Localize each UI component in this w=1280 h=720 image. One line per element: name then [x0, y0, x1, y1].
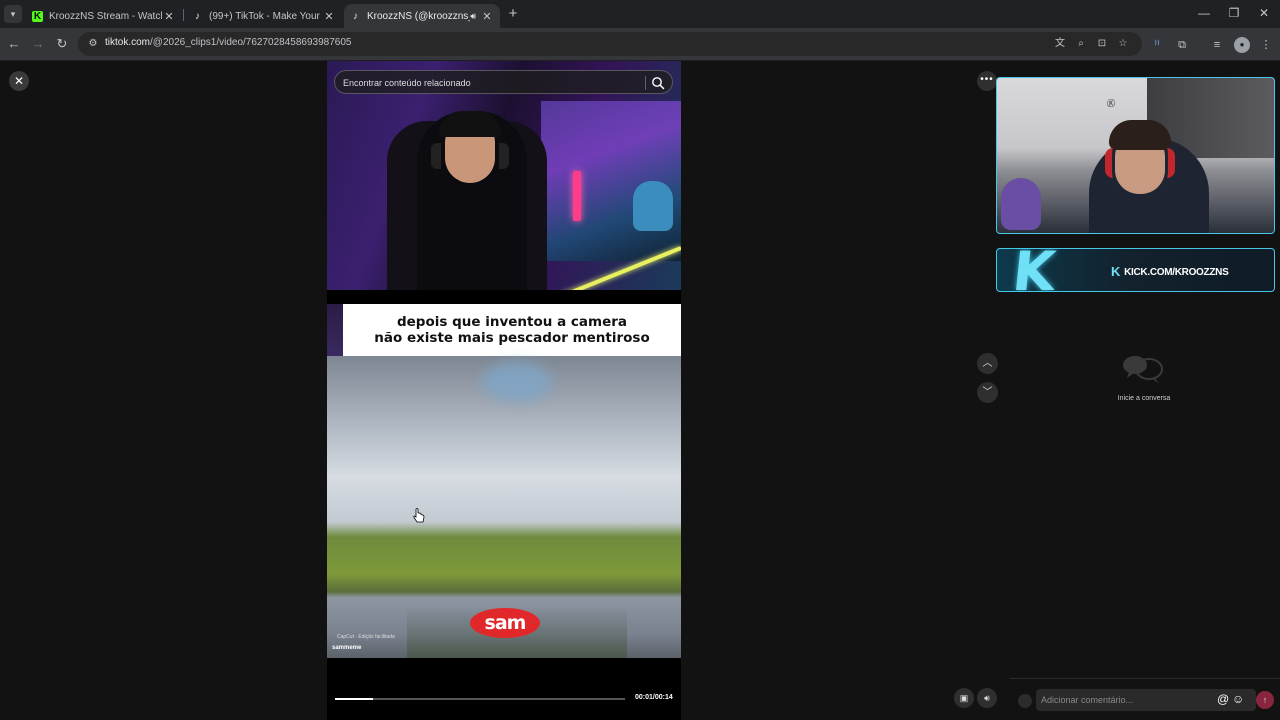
- related-search-box[interactable]: [334, 70, 673, 94]
- browser-toolbar: ← → ↻ ⚙ tiktok.com/@2026_clips1/video/76…: [0, 28, 1280, 61]
- comments-empty-text: Inicie a conversa: [1117, 395, 1171, 402]
- video-time: 00:01/00:14: [635, 694, 673, 701]
- more-options-button[interactable]: •••: [977, 71, 997, 91]
- site-info-icon[interactable]: ⚙: [86, 37, 100, 51]
- tab-search-chevron-icon[interactable]: ▾: [4, 5, 22, 23]
- webcam-frame: [327, 61, 681, 299]
- tab-bar: ▾ K KroozzNS Stream - Watch Live o ✕ ♪ (…: [0, 0, 1280, 28]
- send-comment-button[interactable]: ↑: [1256, 691, 1274, 709]
- related-search-input[interactable]: [343, 75, 643, 91]
- video-progress-fill: [335, 698, 373, 700]
- install-app-icon[interactable]: ⊡: [1095, 37, 1109, 51]
- bookmark-star-icon[interactable]: ☆: [1116, 37, 1130, 51]
- mention-icon[interactable]: @: [1217, 692, 1229, 706]
- hand-cursor-icon: [413, 508, 425, 523]
- cam-person-hair: [1109, 120, 1171, 150]
- cam-wall-logo: Ⓚ: [1107, 99, 1115, 108]
- cam-plush: [1001, 178, 1041, 230]
- capcut-watermark: CapCut · Edição facilitada: [337, 634, 395, 640]
- tab-tiktok-video[interactable]: ♪ KroozzNS (@kroozzns_) | Ti 🔊︎ ✕: [344, 4, 500, 28]
- close-video-button[interactable]: ✕: [9, 71, 29, 91]
- reload-icon[interactable]: ↻: [53, 35, 71, 53]
- back-arrow-icon[interactable]: ←: [5, 35, 23, 53]
- zoom-icon[interactable]: ⌕: [1074, 37, 1088, 51]
- streamer-cam-overlay: Ⓚ: [996, 77, 1275, 234]
- tiktok-video-viewer: ✕ depois que inventou a camera n: [0, 61, 1280, 720]
- extensions-puzzle-icon[interactable]: ⧉: [1174, 37, 1190, 53]
- caption-line-2: não existe mais pescador mentiroso: [374, 330, 650, 346]
- previous-video-button[interactable]: ︿: [977, 353, 998, 374]
- kick-url-text: KICK.COM/KROOZZNS: [1124, 267, 1229, 278]
- video-caption-card: depois que inventou a camera não existe …: [343, 304, 681, 356]
- sky-patch: [482, 362, 552, 402]
- chat-bubbles-icon: [1123, 356, 1163, 384]
- search-icon[interactable]: [650, 75, 666, 91]
- plush-toy: [633, 181, 673, 231]
- media-extension-icon[interactable]: ⁾⁾: [1149, 37, 1165, 53]
- video-divider: [327, 290, 681, 304]
- river-footage: sam: [327, 356, 681, 658]
- window-close-icon[interactable]: ✕: [1256, 6, 1272, 20]
- profile-avatar[interactable]: ●: [1234, 37, 1250, 53]
- kick-icon: K: [32, 10, 43, 22]
- url-path: /@2026_clips1/video/7627028458693987605: [150, 37, 352, 48]
- tab-title: KroozzNS (@kroozzns_) | Ti: [367, 10, 470, 22]
- cam-headphones: [1105, 148, 1175, 178]
- search-divider: [645, 76, 646, 90]
- creator-handle: sammeme: [332, 645, 362, 651]
- tiktok-icon: ♪: [353, 10, 358, 22]
- kick-icon: K: [1111, 264, 1121, 279]
- url-host: tiktok.com: [105, 37, 151, 48]
- speaker-icon[interactable]: 🔊︎: [470, 11, 476, 22]
- close-tab-icon[interactable]: ✕: [480, 10, 494, 23]
- rgb-light: [573, 171, 581, 221]
- sam-logo: sam: [470, 608, 540, 638]
- streamer-cap: [439, 111, 501, 137]
- url-text[interactable]: tiktok.com/@2026_clips1/video/7627028458…: [105, 37, 351, 48]
- tiktok-icon: ♪: [195, 10, 200, 22]
- video-progress-bar[interactable]: [335, 698, 625, 700]
- tab-title: KroozzNS Stream - Watch Live o: [49, 10, 162, 22]
- forward-arrow-icon[interactable]: →: [29, 35, 47, 53]
- close-tab-icon[interactable]: ✕: [162, 10, 176, 23]
- streamer-headset: [431, 143, 509, 169]
- tab-tiktok-feed[interactable]: ♪ (99+) TikTok - Make Your Day ✕: [186, 4, 342, 28]
- comment-input[interactable]: [1041, 693, 1211, 707]
- new-tab-button[interactable]: +: [505, 5, 521, 23]
- tab-kick-stream[interactable]: K KroozzNS Stream - Watch Live o ✕: [26, 4, 182, 28]
- comment-field[interactable]: @ ☺: [1036, 689, 1256, 711]
- minimize-icon[interactable]: —: [1196, 6, 1212, 20]
- close-tab-icon[interactable]: ✕: [322, 10, 336, 23]
- tab-divider: [183, 9, 184, 21]
- translate-icon[interactable]: 文: [1053, 37, 1067, 51]
- caption-line-1: depois que inventou a camera: [396, 314, 627, 330]
- address-bar[interactable]: ⚙ tiktok.com/@2026_clips1/video/76270284…: [78, 32, 1142, 56]
- tab-title: (99+) TikTok - Make Your Day: [209, 10, 322, 22]
- video-player[interactable]: depois que inventou a camera não existe …: [327, 61, 681, 720]
- volume-icon[interactable]: 🔊︎: [977, 688, 997, 708]
- comment-bar: @ ☺ ↑: [1010, 678, 1280, 720]
- emoji-icon[interactable]: ☺: [1232, 692, 1244, 706]
- browser-menu-icon[interactable]: ⋮: [1258, 37, 1274, 53]
- floating-player-icon[interactable]: ▣: [954, 688, 974, 708]
- media-controls-icon[interactable]: ≡: [1209, 37, 1225, 53]
- user-avatar: [1018, 694, 1032, 708]
- kick-banner: K K KICK.COM/KROOZZNS: [996, 248, 1275, 292]
- kick-logo-k: K: [1009, 248, 1059, 292]
- kick-url-label: K KICK.COM/KROOZZNS: [1111, 264, 1229, 279]
- restore-icon[interactable]: ❐: [1226, 6, 1242, 20]
- next-video-button[interactable]: ﹀: [977, 382, 998, 403]
